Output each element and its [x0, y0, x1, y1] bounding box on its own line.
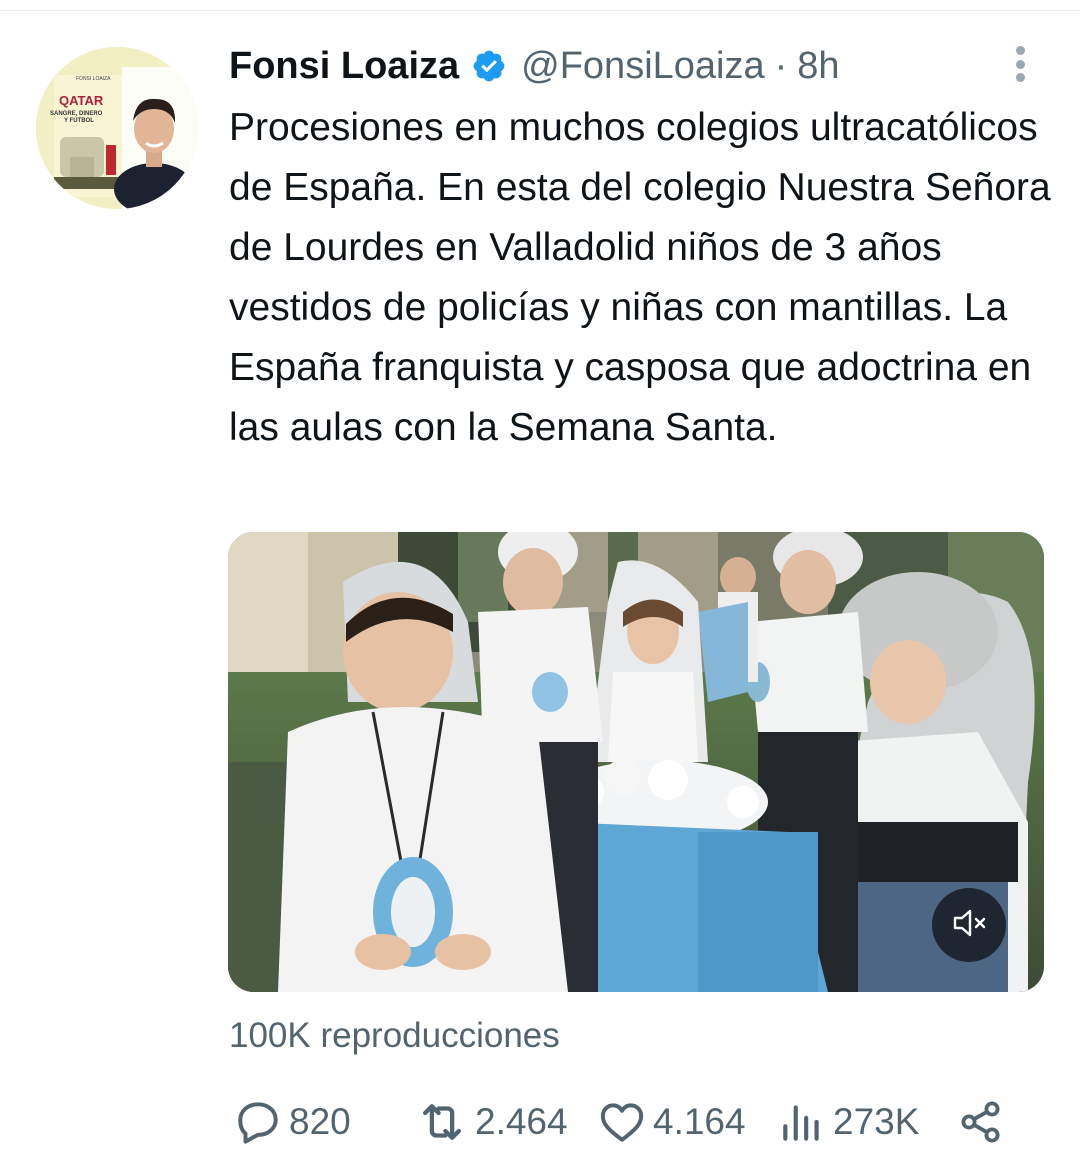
- retweet-icon: [415, 1095, 469, 1149]
- reply-button[interactable]: 820: [233, 1090, 351, 1154]
- avatar-book-subtitle-2: Y FÚTBOL: [64, 117, 94, 124]
- mute-button[interactable]: [932, 888, 1006, 962]
- action-bar: 820 2.464 4.164 273K: [229, 1090, 1029, 1154]
- share-button[interactable]: [957, 1090, 1005, 1154]
- share-icon: [957, 1098, 1005, 1146]
- avatar-image: FONSI LOAIZA QATAR SANGRE, DINERO Y FÚTB…: [36, 47, 198, 209]
- impression-count: 273K: [833, 1101, 920, 1142]
- avatar-book-author: FONSI LOAIZA: [76, 76, 111, 82]
- display-name[interactable]: Fonsi Loaiza: [229, 45, 459, 88]
- video-frame: [228, 532, 1044, 992]
- reply-icon: [233, 1097, 283, 1147]
- avatar[interactable]: FONSI LOAIZA QATAR SANGRE, DINERO Y FÚTB…: [36, 47, 198, 209]
- verified-badge-icon: [471, 48, 507, 84]
- analytics-icon: [777, 1097, 827, 1147]
- like-button[interactable]: 4.164: [597, 1090, 746, 1154]
- tweet-text: Procesiones en muchos colegios ultracató…: [229, 106, 1051, 449]
- view-count: 100K reproducciones: [229, 1016, 560, 1055]
- avatar-book-title: QATAR: [59, 93, 104, 108]
- like-count: 4.164: [653, 1101, 746, 1142]
- tweet-header: Fonsi Loaiza @FonsiLoaiza · 8h: [229, 40, 840, 92]
- analytics-button[interactable]: 273K: [777, 1090, 919, 1154]
- top-divider: [0, 10, 1080, 11]
- timestamp[interactable]: 8h: [797, 45, 839, 88]
- reply-count: 820: [289, 1101, 351, 1142]
- retweet-count: 2.464: [475, 1101, 568, 1142]
- heart-icon: [597, 1097, 647, 1147]
- volume-muted-icon: [949, 903, 989, 948]
- avatar-book-subtitle-1: SANGRE, DINERO: [50, 111, 103, 117]
- more-vertical-icon[interactable]: [1006, 42, 1034, 86]
- header-separator: ·: [774, 44, 788, 87]
- video-player[interactable]: [228, 532, 1044, 992]
- retweet-button[interactable]: 2.464: [415, 1090, 568, 1154]
- handle[interactable]: @FonsiLoaiza: [521, 45, 764, 88]
